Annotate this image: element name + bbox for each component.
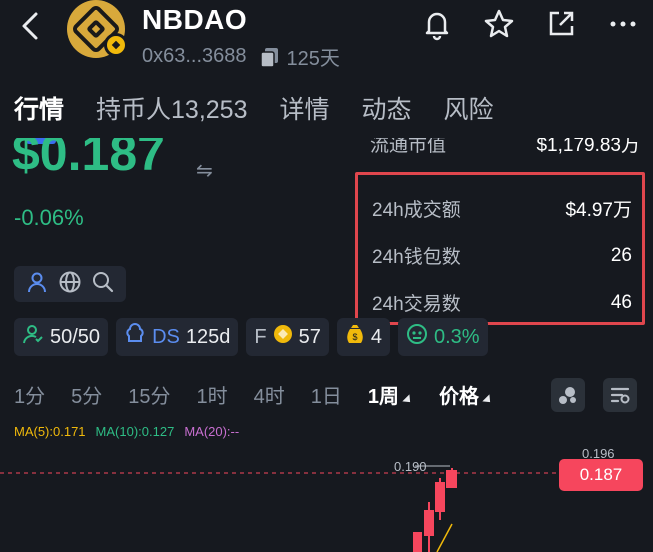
security-score: 50/50 xyxy=(50,325,101,348)
face-icon xyxy=(406,323,428,351)
wallets-label: 24h钱包数 xyxy=(372,247,461,268)
tab-holders[interactable]: 持币人13,253 xyxy=(96,90,247,126)
insider-chip[interactable]: 0.3% xyxy=(397,318,488,356)
tf-1w[interactable]: 1周 xyxy=(368,380,413,409)
tab-market[interactable]: 行情 xyxy=(14,90,64,126)
bell-icon[interactable] xyxy=(417,4,457,44)
dev-chip[interactable]: DS 125d xyxy=(116,318,239,356)
tab-activity[interactable]: 动态 xyxy=(362,90,412,126)
more-icon[interactable] xyxy=(603,4,643,44)
wallets-row: 24h钱包数 26 xyxy=(372,232,632,279)
chart-mid-label: 0.190 xyxy=(394,459,427,474)
money-bag-icon: $ xyxy=(345,323,365,351)
token-subline: 0x63...3688 125天 xyxy=(142,42,340,71)
tab-risk[interactable]: 风险 xyxy=(444,90,494,126)
face-value: 0.3% xyxy=(433,325,480,348)
tf-1h[interactable]: 1时 xyxy=(197,380,228,409)
timeframe-bar: 1分 5分 15分 1时 4时 1日 1周 价格 xyxy=(14,380,493,409)
f-score-chip[interactable]: F 57 xyxy=(246,318,329,356)
gold-coin-icon xyxy=(273,324,293,350)
token-age: 125天 xyxy=(286,48,340,70)
current-price: $0.187 xyxy=(12,138,165,181)
metric-chips: 50/50 DS 125d F 57 $ 4 0.3% xyxy=(14,318,488,356)
ma5-label: MA(5):0.171 xyxy=(14,424,86,439)
back-button[interactable] xyxy=(14,6,50,46)
trades-label: 24h交易数 xyxy=(372,294,461,315)
candlestick-chart[interactable] xyxy=(0,440,653,552)
trades-value: 46 xyxy=(610,291,632,313)
token-header: NBDAO 0x63...3688 125天 xyxy=(0,0,653,82)
bnb-chain-icon xyxy=(104,33,128,57)
ma-legend: MA(5):0.171 MA(10):0.127 MA(20):-- xyxy=(14,424,239,439)
volume-value: $4.97万 xyxy=(565,200,632,221)
star-icon[interactable] xyxy=(479,4,519,44)
wallets-value: 26 xyxy=(610,244,632,266)
money-bag-chip[interactable]: $ 4 xyxy=(336,318,390,356)
tf-1d[interactable]: 1日 xyxy=(311,380,342,409)
f-label: F xyxy=(254,325,267,348)
tf-5m[interactable]: 5分 xyxy=(71,380,102,409)
security-score-chip[interactable]: 50/50 xyxy=(14,318,109,356)
indicator-settings-button[interactable] xyxy=(551,378,585,412)
svg-text:$: $ xyxy=(352,332,357,342)
circulating-cap-row: 流通市值 $1,179.83万 xyxy=(370,138,640,160)
price-mode-select[interactable]: 价格 xyxy=(439,380,493,409)
ma20-label: MA(20):-- xyxy=(184,424,240,439)
copy-icon[interactable] xyxy=(259,46,281,68)
circulating-value: $1,179.83万 xyxy=(536,138,640,156)
ds-label: DS xyxy=(152,325,180,348)
bag-value: 4 xyxy=(370,325,382,348)
share-icon[interactable] xyxy=(541,4,581,44)
circulating-label: 流通市值 xyxy=(370,138,447,156)
contract-address[interactable]: 0x63...3688 xyxy=(142,45,247,68)
user-check-icon xyxy=(22,323,44,351)
stats-highlight-box: 24h成交额 $4.97万 24h钱包数 26 24h交易数 46 xyxy=(355,172,645,325)
tab-details[interactable]: 详情 xyxy=(279,90,329,126)
globe-icon[interactable] xyxy=(58,270,82,299)
swap-icon[interactable]: ⇋ xyxy=(196,158,213,183)
tf-1m[interactable]: 1分 xyxy=(14,380,45,409)
f-value: 57 xyxy=(298,325,321,348)
token-name: NBDAO xyxy=(142,4,248,35)
volume-label: 24h成交额 xyxy=(372,200,461,221)
tf-4h[interactable]: 4时 xyxy=(254,380,285,409)
chef-hat-icon xyxy=(124,323,146,351)
ma10-label: MA(10):0.127 xyxy=(95,424,175,439)
link-tools xyxy=(14,266,126,302)
price-change: -0.06% xyxy=(14,205,84,230)
current-price-tag: 0.187 xyxy=(559,459,643,491)
user-icon[interactable] xyxy=(25,270,49,299)
ds-value: 125d xyxy=(185,325,231,348)
tab-bar: 行情 持币人13,253 详情 动态 风险 xyxy=(14,90,494,126)
chart-settings-button[interactable] xyxy=(603,378,637,412)
tf-15m[interactable]: 15分 xyxy=(128,380,170,409)
search-icon[interactable] xyxy=(91,270,115,299)
volume-row: 24h成交额 $4.97万 xyxy=(372,185,632,232)
